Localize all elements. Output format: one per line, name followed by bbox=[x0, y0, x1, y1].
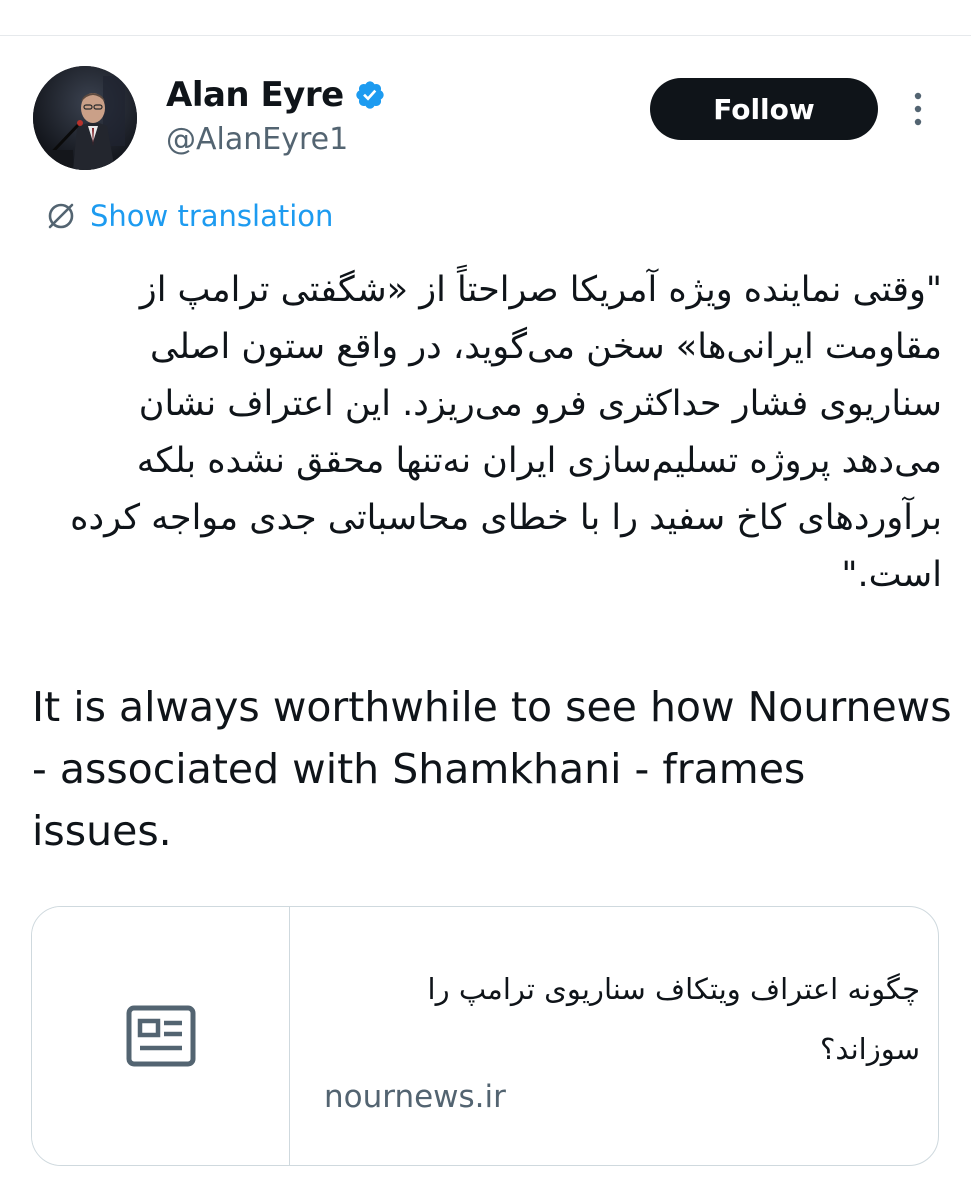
author-display-name[interactable]: Alan Eyre bbox=[166, 75, 344, 115]
verified-badge-icon bbox=[356, 81, 384, 109]
author-name-row: Alan Eyre bbox=[166, 73, 386, 117]
follow-button[interactable]: Follow bbox=[650, 78, 878, 140]
link-card-thumbnail bbox=[32, 907, 290, 1165]
show-translation-label: Show translation bbox=[90, 199, 334, 233]
avatar[interactable] bbox=[33, 66, 137, 170]
top-divider bbox=[0, 35, 971, 36]
vertical-ellipsis-icon bbox=[914, 92, 922, 126]
tweet-text-persian: "وقتی نماینده ویژه آمریکا صراحتاً از «شگ… bbox=[70, 270, 942, 595]
globe-translate-icon bbox=[48, 203, 74, 229]
link-preview-card[interactable]: چگونه اعتراف ویتکاف سناریوی ترامپ را سوز… bbox=[31, 906, 939, 1166]
avatar-photo-icon bbox=[33, 66, 137, 170]
tweet-text-english: It is always worthwhile to see how Nourn… bbox=[32, 683, 952, 855]
link-card-title: چگونه اعتراف ویتکاف سناریوی ترامپ را سوز… bbox=[427, 972, 920, 1066]
link-card-domain: nournews.ir bbox=[324, 1079, 506, 1115]
author-handle[interactable]: @AlanEyre1 bbox=[166, 122, 348, 157]
more-options-button[interactable] bbox=[904, 90, 932, 130]
show-translation-link[interactable]: Show translation bbox=[44, 196, 333, 236]
article-news-icon bbox=[126, 1005, 195, 1067]
